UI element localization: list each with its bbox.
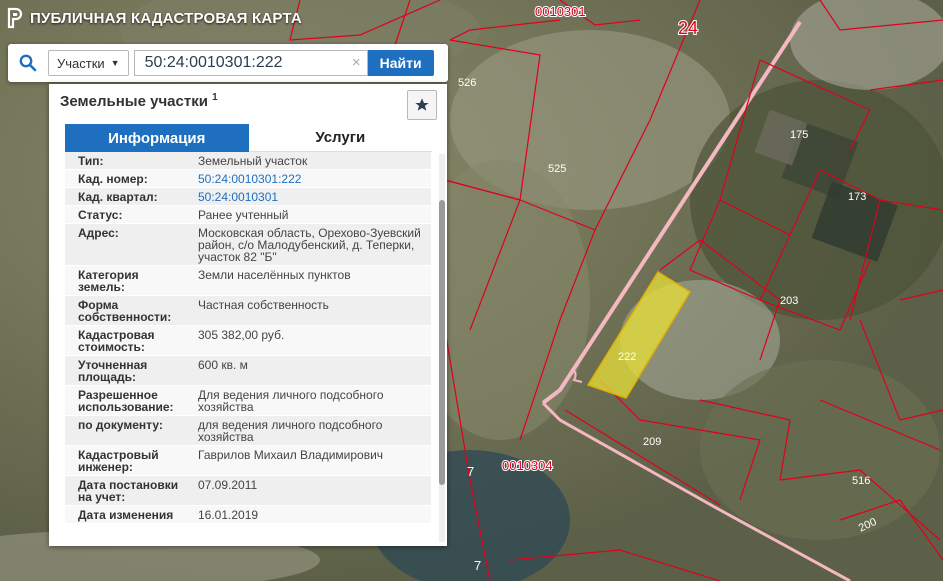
number-label-7b: 7 — [474, 558, 481, 573]
table-row: по документу: для ведения личного подсобн… — [65, 416, 431, 446]
table-row: Кадастровый инженер: Гаврилов Михаил Влад… — [65, 446, 431, 476]
parcel-label-175: 175 — [790, 129, 808, 141]
search-type-label: Участки — [57, 55, 105, 71]
table-row: Уточненная площадь: 600 кв. м — [65, 356, 431, 386]
favorite-button[interactable] — [407, 90, 437, 120]
row-key: Статус: — [78, 208, 123, 222]
attribute-table: Тип: Земельный участок Кад. номер: 50:24:0… — [65, 152, 431, 524]
panel-tabs: Информация Услуги — [65, 124, 432, 152]
parcel-label-203: 203 — [780, 295, 798, 307]
row-key: по документу: — [78, 418, 163, 432]
row-key: Дата постановки на учет: — [78, 478, 179, 504]
row-key: Дата изменения — [78, 508, 174, 522]
find-button[interactable]: Найти — [367, 50, 434, 76]
star-icon — [415, 98, 429, 111]
info-panel: Земельные участки 1 Информация Услуги Ти… — [49, 84, 447, 546]
search-input[interactable] — [134, 53, 347, 73]
row-key: Разрешенное использование: — [78, 388, 174, 414]
row-value: 16.01.2019 — [198, 508, 259, 522]
row-key: Форма собственности: — [78, 298, 172, 324]
row-value: для ведения личного подсобного хозяйства — [198, 418, 383, 444]
row-value: Московская область, Орехово-Зуевский рай… — [198, 226, 421, 264]
panel-header: Земельные участки 1 — [49, 84, 447, 122]
table-row: Статус: Ранее учтенный — [65, 206, 431, 224]
app-header: ПУБЛИЧНАЯ КАДАСТРОВАЯ КАРТА — [0, 0, 302, 36]
row-value: Гаврилов Михаил Владимирович — [198, 448, 384, 462]
row-key: Кад. номер: — [78, 172, 148, 186]
table-row: Адрес: Московская область, Орехово-Зуевск… — [65, 224, 431, 266]
cadastral-number-link[interactable]: 50:24:0010301:222 — [185, 170, 431, 187]
table-row: Разрешенное использование: Для ведения ли… — [65, 386, 431, 416]
quarter-label-2: 0010304 — [502, 458, 553, 473]
row-value: Частная собственность — [198, 298, 329, 312]
search-field[interactable]: × — [133, 50, 368, 76]
parcel-label-525: 525 — [548, 163, 566, 175]
parcel-label-209: 209 — [643, 436, 661, 448]
row-key: Кадастровый инженер: — [78, 448, 159, 474]
table-row: Тип: Земельный участок — [65, 152, 431, 170]
table-row: Категория земель: Земли населённых пункто… — [65, 266, 431, 296]
clear-icon[interactable]: × — [352, 54, 361, 71]
row-value: Земельный участок — [198, 154, 308, 168]
scrollbar-thumb[interactable] — [439, 200, 445, 485]
row-key: Категория земель: — [78, 268, 139, 294]
parcel-label-222: 222 — [618, 351, 636, 363]
row-key: Уточненная площадь: — [78, 358, 148, 384]
row-key: Адрес: — [78, 226, 119, 240]
table-row: Дата постановки на учет: 07.09.2011 — [65, 476, 431, 506]
row-key: Кадастровая стоимость: — [78, 328, 155, 354]
table-row: Кад. квартал: 50:24:0010301 — [65, 188, 431, 206]
app-title: ПУБЛИЧНАЯ КАДАСТРОВАЯ КАРТА — [30, 9, 302, 27]
search-bar: Участки ▼ × Найти — [8, 44, 448, 82]
search-type-dropdown[interactable]: Участки ▼ — [48, 50, 129, 76]
row-value: Для ведения личного подсобного хозяйства — [198, 388, 384, 414]
table-row: Дата изменения 16.01.2019 — [65, 506, 431, 524]
number-label: 24 — [678, 18, 698, 38]
result-count: 1 — [212, 92, 218, 103]
tab-info[interactable]: Информация — [65, 124, 249, 152]
panel-title: Земельные участки 1 — [60, 92, 218, 110]
search-icon[interactable] — [8, 44, 48, 82]
parcel-label-173: 173 — [848, 191, 866, 203]
table-row: Кад. номер: 50:24:0010301:222 — [65, 170, 431, 188]
parcel-label-516: 516 — [852, 475, 870, 487]
tab-services[interactable]: Услуги — [248, 124, 432, 152]
row-key: Кад. квартал: — [78, 190, 158, 204]
logo-icon — [7, 7, 23, 29]
cadastral-quarter-link[interactable]: 50:24:0010301 — [185, 188, 431, 205]
row-value: 07.09.2011 — [198, 478, 258, 492]
table-row: Кадастровая стоимость: 305 382,00 руб. — [65, 326, 431, 356]
parcel-label-526: 526 — [458, 77, 476, 89]
quarter-label: 0010301 — [535, 4, 586, 19]
row-value: 600 кв. м — [198, 358, 248, 372]
table-row: Форма собственности: Частная собственност… — [65, 296, 431, 326]
row-value: Земли населённых пунктов — [198, 268, 351, 282]
chevron-down-icon: ▼ — [110, 58, 120, 68]
row-value: 305 382,00 руб. — [198, 328, 285, 342]
number-label-7a: 7 — [467, 464, 474, 479]
row-key: Тип: — [78, 154, 104, 168]
row-value: Ранее учтенный — [198, 208, 289, 222]
